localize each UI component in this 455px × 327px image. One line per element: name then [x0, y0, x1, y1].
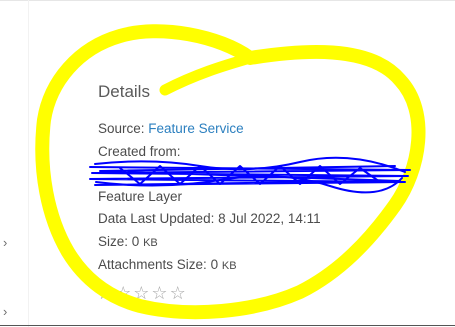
expand-chevron-icon[interactable]: ›	[3, 236, 7, 249]
details-heading: Details	[98, 82, 150, 101]
size-row: Size: 0 KB	[98, 234, 158, 249]
top-divider	[0, 0, 455, 1]
source-label: Source:	[98, 121, 145, 136]
created-from-label: Created from:	[98, 144, 181, 159]
source-link[interactable]: Feature Service	[148, 121, 243, 136]
size-value: 0	[131, 234, 140, 249]
attachments-size-label: Attachments Size:	[98, 257, 207, 272]
data-last-updated-label: Data Last Updated:	[98, 211, 215, 226]
source-row: Source: Feature Service	[98, 121, 244, 136]
blue-redaction-scribble	[89, 156, 411, 194]
star-icon[interactable]: ☆	[170, 284, 186, 302]
bottom-divider	[0, 325, 455, 326]
yellow-highlight-stroke	[159, 52, 256, 96]
star-icon[interactable]: ☆	[133, 284, 149, 302]
star-icon[interactable]: ☆	[151, 284, 167, 302]
data-last-updated-row: Data Last Updated: 8 Jul 2022, 14:11	[98, 211, 321, 226]
attachments-size-value: 0	[210, 257, 219, 272]
attachments-size-unit: KB	[221, 260, 237, 272]
created-from-row: Created from:	[98, 144, 181, 159]
attachments-size-row: Attachments Size: 0 KB	[98, 257, 237, 272]
data-last-updated-value: 8 Jul 2022, 14:11	[218, 211, 321, 226]
expand-chevron-icon[interactable]: ›	[3, 305, 7, 318]
size-label: Size:	[98, 234, 129, 249]
left-divider	[28, 0, 29, 327]
star-icon[interactable]: ☆	[115, 284, 131, 302]
markup-overlay	[35, 24, 426, 320]
rating-stars: ☆ ☆ ☆ ☆ ☆	[97, 284, 186, 302]
star-icon[interactable]: ☆	[97, 284, 113, 302]
details-panel: › › Details Source: Feature Service Crea…	[0, 0, 455, 327]
size-unit: KB	[143, 237, 158, 249]
item-type: Feature Layer	[98, 189, 183, 204]
